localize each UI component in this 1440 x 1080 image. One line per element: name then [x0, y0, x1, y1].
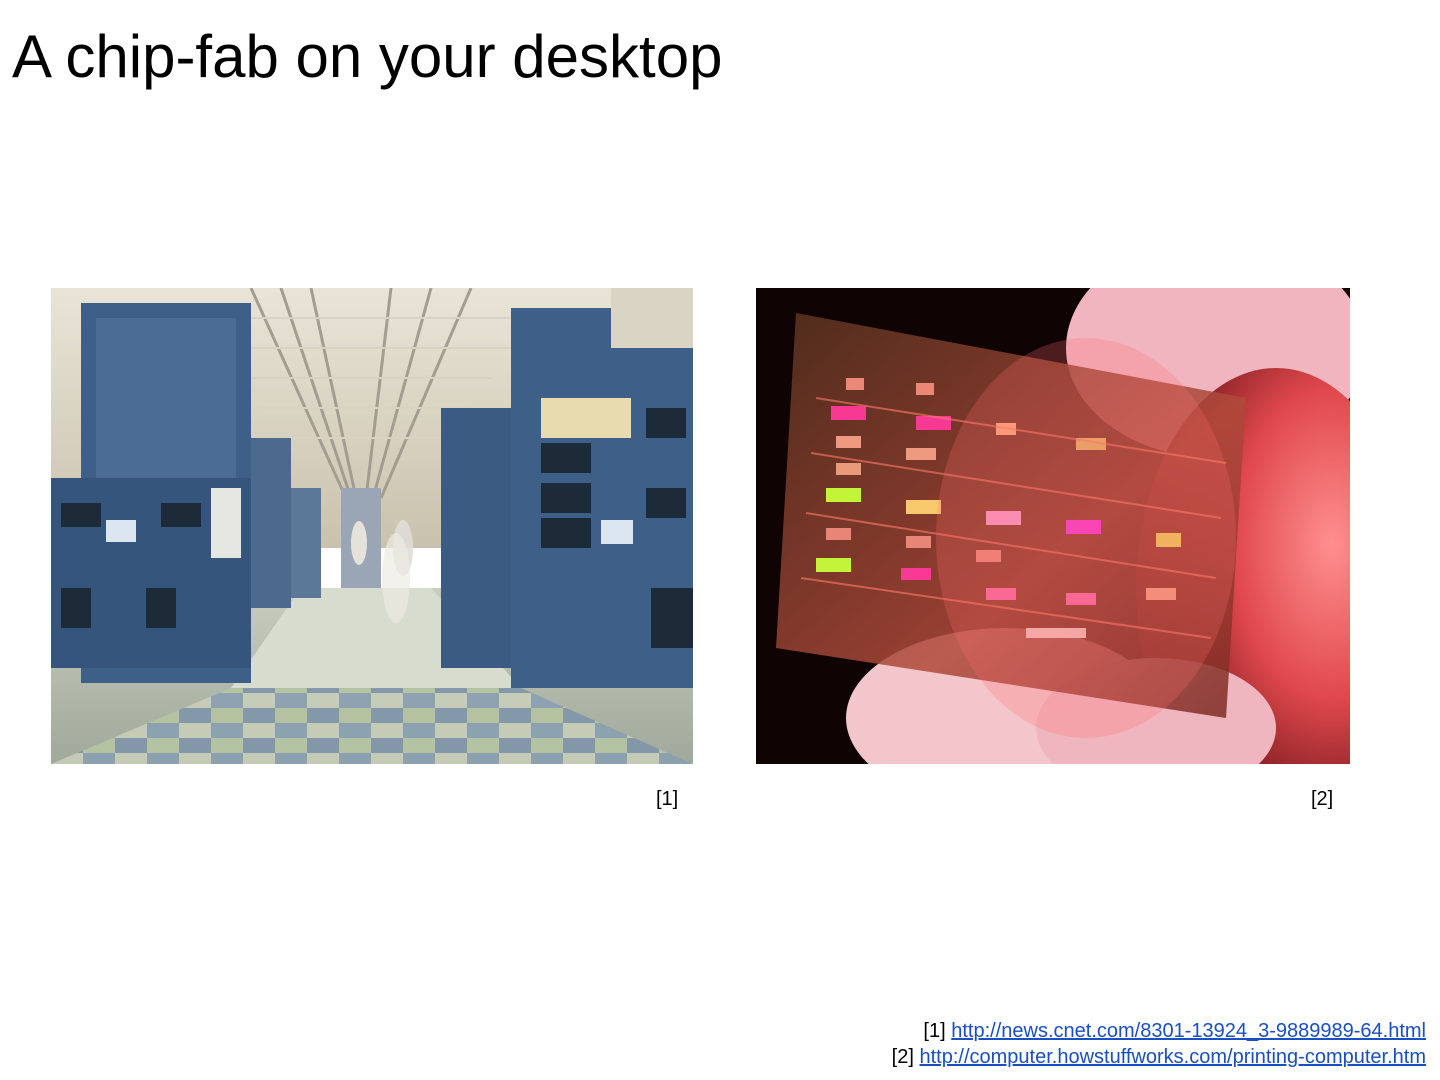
reference-link-1[interactable]: http://news.cnet.com/8301-13924_3-988998…	[951, 1020, 1426, 1042]
references: [1] http://news.cnet.com/8301-13924_3-98…	[892, 1018, 1426, 1070]
figure-caption-1: [1]	[656, 788, 679, 810]
reference-line-2: [2] http://computer.howstuffworks.com/pr…	[892, 1044, 1426, 1070]
chip-fab-cleanroom-photo	[51, 288, 693, 764]
reference-link-2[interactable]: http://computer.howstuffworks.com/printi…	[919, 1046, 1426, 1068]
figure-caption-2: [2]	[1311, 788, 1334, 810]
slide-title: A chip-fab on your desktop	[12, 23, 723, 90]
reference-marker-1: [1]	[923, 1020, 946, 1042]
printed-circuit-on-fingertip-photo	[756, 288, 1350, 764]
reference-marker-2: [2]	[891, 1046, 914, 1068]
reference-line-1: [1] http://news.cnet.com/8301-13924_3-98…	[892, 1018, 1426, 1044]
